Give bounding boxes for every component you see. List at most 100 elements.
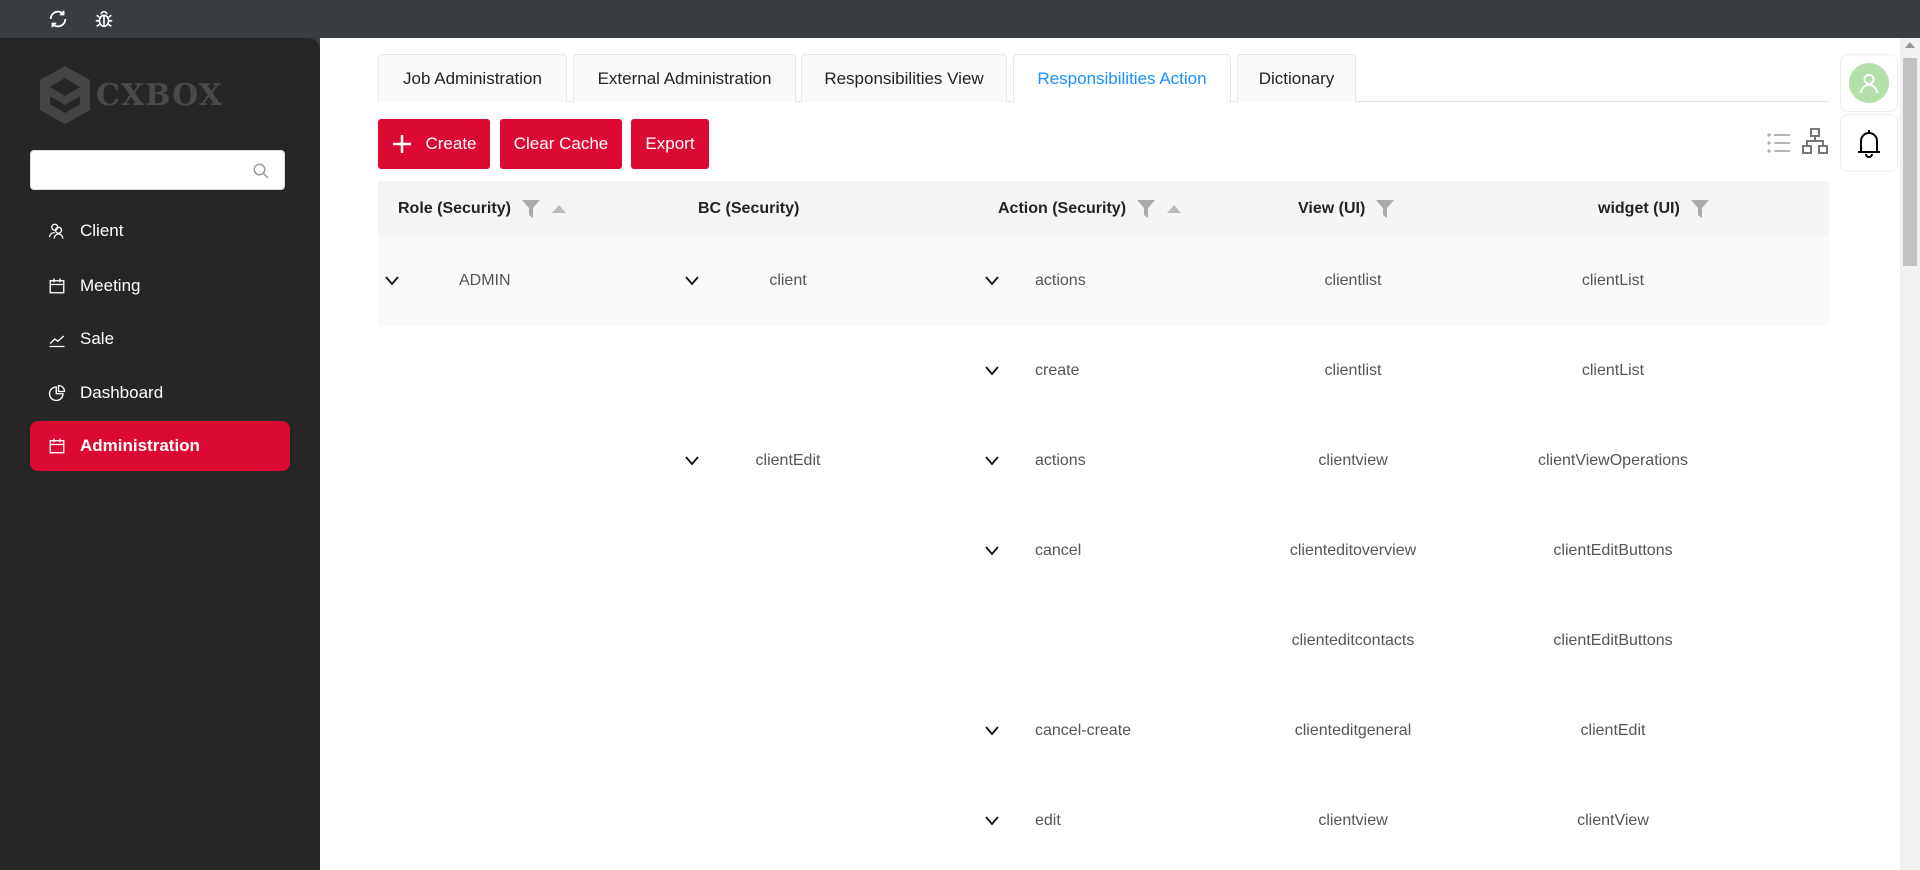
vertical-scrollbar[interactable] [1900, 38, 1920, 870]
create-label: Create [425, 134, 477, 153]
bell-icon [1858, 130, 1880, 158]
column-title: BC (Security) [698, 199, 800, 217]
tab-external-administration[interactable]: External Administration [573, 54, 796, 102]
scroll-up-icon[interactable] [1900, 38, 1920, 52]
expand-chevron-icon[interactable] [684, 453, 700, 472]
column-header-widget[interactable]: widget (UI) [1598, 181, 1710, 236]
cell-widget: clientViewOperations [1537, 452, 1688, 469]
cell-action: actions [1035, 452, 1086, 469]
table-row[interactable]: clientEdit actions clientview clientViewOpe… [378, 416, 1829, 506]
refresh-icon[interactable] [47, 8, 69, 30]
scrollbar-thumb[interactable] [1903, 58, 1917, 266]
column-title: widget (UI) [1598, 199, 1680, 217]
cell-bc: client [769, 272, 807, 289]
export-button[interactable]: Export [631, 119, 709, 169]
sidebar-item-dashboard[interactable]: Dashboard [30, 368, 290, 418]
sort-asc-icon[interactable] [1166, 204, 1182, 214]
table-body: ADMIN client actions clientlist clientList cr… [378, 236, 1829, 866]
table-row[interactable]: edit clientview clientView [378, 776, 1829, 866]
pie-chart-icon [48, 384, 66, 402]
responsibilities-table: Role (Security) BC (Security) Action (Se… [378, 181, 1829, 866]
cell-bc: clientEdit [755, 452, 821, 469]
cell-widget: clientEdit [1580, 722, 1646, 739]
table-header: Role (Security) BC (Security) Action (Se… [378, 181, 1829, 236]
table-row[interactable]: ADMIN client actions clientlist clientList [378, 236, 1829, 326]
bug-icon[interactable] [93, 8, 115, 30]
main-content: Job Administration External Administrati… [320, 38, 1920, 870]
tab-responsibilities-action[interactable]: Responsibilities Action [1013, 54, 1231, 103]
cell-widget: clientView [1577, 812, 1649, 829]
cell-action: create [1035, 362, 1080, 379]
sidebar-item-sale[interactable]: Sale [30, 314, 290, 364]
cell-view: clientview [1318, 812, 1388, 829]
expand-chevron-icon[interactable] [984, 723, 1000, 742]
search-icon [253, 163, 269, 179]
cell-view: clientlist [1324, 272, 1382, 289]
cell-action: cancel [1035, 542, 1082, 559]
cell-widget: clientList [1581, 362, 1645, 379]
sidebar-item-label: Meeting [80, 276, 141, 295]
cell-action: cancel-create [1035, 722, 1132, 739]
logo: CXBOX [38, 64, 223, 126]
column-title: Action (Security) [998, 199, 1127, 217]
line-chart-icon [49, 335, 65, 348]
users-icon [48, 223, 64, 239]
cell-widget: clientEditButtons [1553, 632, 1673, 649]
cell-widget: clientList [1581, 272, 1645, 289]
cell-widget: clientEditButtons [1553, 542, 1673, 559]
column-header-role[interactable]: Role (Security) [398, 181, 567, 236]
sidebar-item-meeting[interactable]: Meeting [30, 261, 290, 311]
logo-icon [40, 66, 90, 124]
column-title: View (UI) [1298, 199, 1366, 217]
cell-action: edit [1035, 812, 1061, 829]
sort-asc-icon[interactable] [551, 204, 567, 214]
expand-chevron-icon[interactable] [984, 543, 1000, 562]
expand-chevron-icon[interactable] [984, 453, 1000, 472]
tab-dictionary[interactable]: Dictionary [1237, 54, 1356, 102]
sidebar: CXBOX Client Meeting Sale Dashboard Admi… [0, 38, 320, 870]
column-title: Role (Security) [398, 199, 511, 217]
tree-view-icon[interactable] [1802, 128, 1828, 154]
filter-icon[interactable] [1690, 198, 1710, 220]
column-header-bc[interactable]: BC (Security) [698, 181, 799, 236]
table-row[interactable]: cancel-create clienteditgeneral clientEdit [378, 686, 1829, 776]
column-header-view[interactable]: View (UI) [1298, 181, 1395, 236]
filter-icon[interactable] [1136, 198, 1156, 220]
tab-job-administration[interactable]: Job Administration [378, 54, 567, 102]
cell-view: clienteditcontacts [1291, 632, 1415, 649]
sidebar-item-label: Sale [80, 329, 115, 348]
table-row[interactable]: create clientlist clientList [378, 326, 1829, 416]
sidebar-item-client[interactable]: Client [30, 206, 290, 256]
logo-text: CXBOX [96, 77, 223, 113]
expand-chevron-icon[interactable] [984, 363, 1000, 382]
table-row[interactable]: clienteditcontacts clientEditButtons [378, 596, 1829, 686]
expand-chevron-icon[interactable] [984, 813, 1000, 832]
list-view-icon[interactable] [1766, 130, 1792, 156]
cell-role: ADMIN [459, 272, 511, 289]
sidebar-search-input[interactable] [30, 150, 285, 190]
column-header-action[interactable]: Action (Security) [998, 181, 1182, 236]
cell-action: actions [1035, 272, 1086, 289]
expand-chevron-icon[interactable] [984, 273, 1000, 292]
user-icon [1859, 73, 1879, 94]
top-bar [0, 0, 1920, 38]
sidebar-item-label: Administration [80, 436, 200, 455]
filter-icon[interactable] [521, 198, 541, 220]
sidebar-item-label: Client [80, 221, 124, 240]
table-row[interactable]: cancel clienteditoverview clientEditButton… [378, 506, 1829, 596]
calendar-icon [49, 278, 65, 294]
filter-icon[interactable] [1375, 198, 1395, 220]
sidebar-item-label: Dashboard [80, 383, 164, 402]
sidebar-item-administration[interactable]: Administration [30, 421, 290, 471]
clear-cache-button[interactable]: Clear Cache [500, 119, 622, 169]
expand-chevron-icon[interactable] [684, 273, 700, 292]
create-button[interactable]: Create [378, 119, 490, 169]
tab-responsibilities-view[interactable]: Responsibilities View [801, 54, 1007, 102]
cell-view: clienteditgeneral [1294, 722, 1412, 739]
user-avatar-button[interactable] [1840, 54, 1898, 112]
cell-view: clientlist [1324, 362, 1382, 379]
calendar-icon [49, 438, 65, 454]
notifications-button[interactable] [1840, 114, 1898, 172]
cell-view: clientview [1318, 452, 1388, 469]
expand-chevron-icon[interactable] [384, 273, 400, 292]
